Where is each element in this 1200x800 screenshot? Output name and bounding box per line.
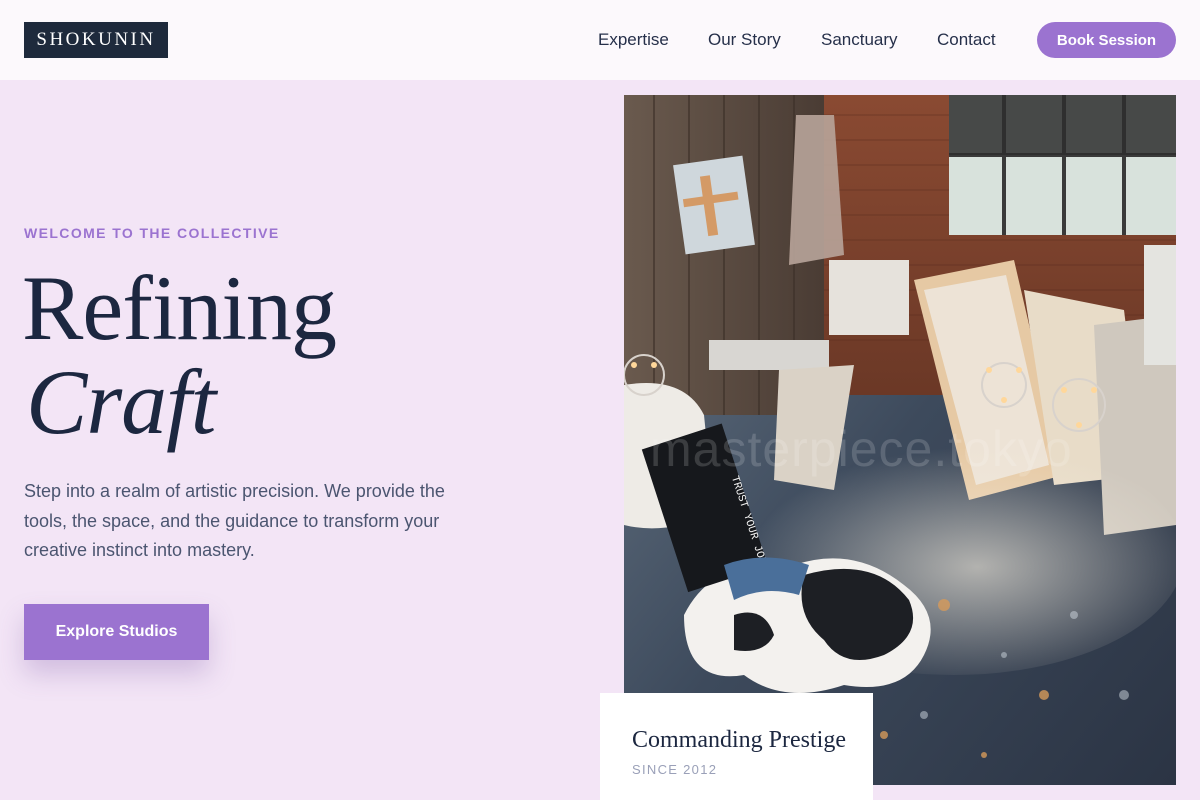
prestige-card: Commanding Prestige SINCE 2012 (600, 693, 873, 800)
hero-title-line2: Craft (26, 351, 216, 453)
book-session-button[interactable]: Book Session (1037, 22, 1176, 58)
nav-link-sanctuary[interactable]: Sanctuary (821, 30, 898, 50)
hero-eyebrow: WELCOME TO THE COLLECTIVE (24, 225, 280, 241)
hero-title-line1: Refining (22, 257, 337, 359)
image-watermark: masterpiece.tokyo (650, 421, 1073, 477)
explore-studios-button[interactable]: Explore Studios (24, 604, 209, 660)
hero-description: Step into a realm of artistic precision.… (24, 481, 445, 560)
brand-logo[interactable]: SHOKUNIN (24, 22, 168, 58)
site-header: SHOKUNIN Expertise Our Story Sanctuary C… (0, 0, 1200, 80)
card-subtitle: SINCE 2012 (632, 762, 718, 777)
nav-link-contact[interactable]: Contact (937, 30, 996, 50)
nav-link-our-story[interactable]: Our Story (708, 30, 781, 50)
card-title: Commanding Prestige (632, 727, 846, 753)
nav-link-expertise[interactable]: Expertise (598, 30, 669, 50)
